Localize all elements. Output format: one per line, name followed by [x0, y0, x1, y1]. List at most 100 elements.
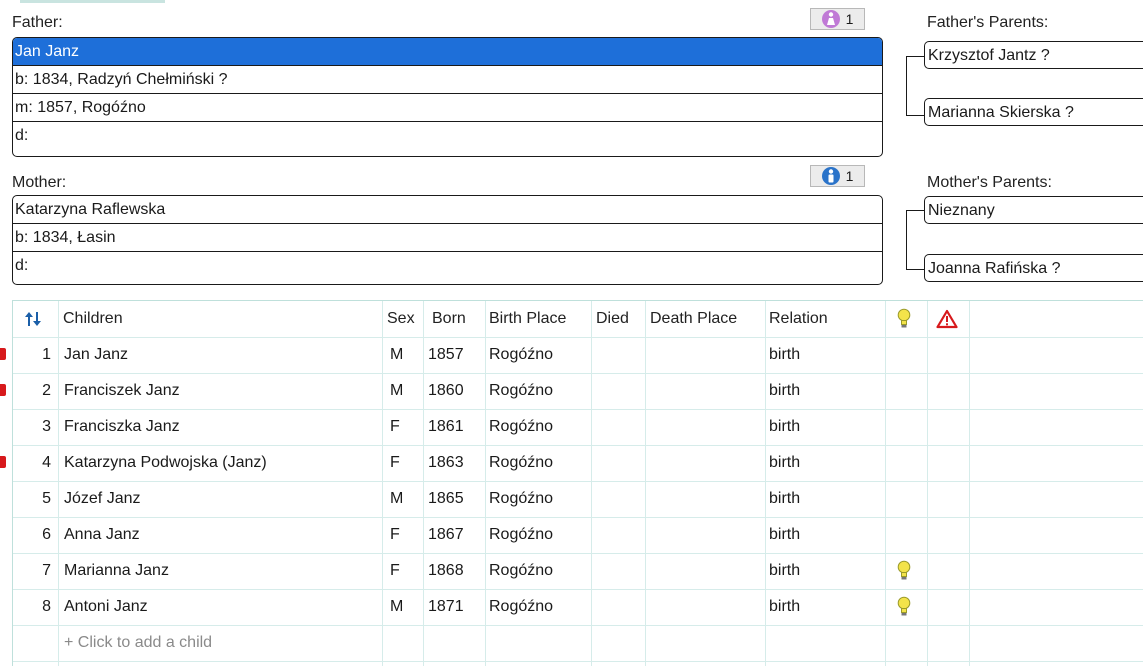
- child-number[interactable]: 2: [17, 373, 57, 409]
- child-died[interactable]: [596, 373, 644, 409]
- child-sex[interactable]: F: [390, 409, 420, 445]
- add-child-placeholder[interactable]: + Click to add a child: [64, 625, 374, 661]
- child-born[interactable]: 1868: [428, 553, 484, 589]
- warning-icon[interactable]: [936, 301, 964, 337]
- child-sex[interactable]: F: [390, 553, 420, 589]
- child-row[interactable]: 8 Antoni Janz M 1871 Rogóźno birth: [13, 589, 1143, 626]
- lightbulb-icon[interactable]: [897, 560, 911, 582]
- child-relation[interactable]: birth: [769, 445, 883, 481]
- child-born[interactable]: 1865: [428, 481, 484, 517]
- child-number[interactable]: 5: [17, 481, 57, 517]
- child-death-place[interactable]: [650, 589, 764, 625]
- child-number[interactable]: 7: [17, 553, 57, 589]
- child-number[interactable]: 1: [17, 337, 57, 373]
- father-birth[interactable]: b: 1834, Radzyń Chełmiński ?: [13, 66, 882, 94]
- child-death-place[interactable]: [650, 373, 764, 409]
- child-name[interactable]: Katarzyna Podwojska (Janz): [64, 445, 379, 481]
- child-born[interactable]: 1860: [428, 373, 484, 409]
- child-name[interactable]: Marianna Janz: [64, 553, 379, 589]
- child-birth-place[interactable]: Rogóźno: [489, 517, 591, 553]
- child-name[interactable]: Anna Janz: [64, 517, 379, 553]
- header-children[interactable]: Children: [63, 301, 378, 337]
- header-died[interactable]: Died: [596, 301, 644, 337]
- child-number[interactable]: 4: [17, 445, 57, 481]
- child-row[interactable]: 1 Jan Janz M 1857 Rogóźno birth: [13, 337, 1143, 374]
- child-relation[interactable]: birth: [769, 373, 883, 409]
- child-number[interactable]: 3: [17, 409, 57, 445]
- paternal-grandfather[interactable]: Krzysztof Jantz ?: [924, 41, 1143, 69]
- sort-icon[interactable]: [23, 301, 53, 337]
- child-died[interactable]: [596, 481, 644, 517]
- child-sex[interactable]: F: [390, 445, 420, 481]
- child-born[interactable]: 1857: [428, 337, 484, 373]
- father-marriage[interactable]: m: 1857, Rogóźno: [13, 94, 882, 122]
- paternal-grandmother[interactable]: Marianna Skierska ?: [924, 98, 1143, 126]
- mother-box[interactable]: Katarzyna Raflewska b: 1834, Łasin d:: [12, 195, 883, 285]
- lightbulb-icon[interactable]: [897, 596, 911, 618]
- child-number[interactable]: 6: [17, 517, 57, 553]
- child-relation[interactable]: birth: [769, 589, 883, 625]
- mother-name[interactable]: Katarzyna Raflewska: [13, 196, 882, 224]
- child-sex[interactable]: M: [390, 481, 420, 517]
- mother-birth[interactable]: b: 1834, Łasin: [13, 224, 882, 252]
- child-death-place[interactable]: [650, 481, 764, 517]
- child-row[interactable]: 5 Józef Janz M 1865 Rogóźno birth: [13, 481, 1143, 518]
- father-death[interactable]: d:: [13, 122, 882, 150]
- child-row[interactable]: 6 Anna Janz F 1867 Rogóźno birth: [13, 517, 1143, 554]
- child-died[interactable]: [596, 517, 644, 553]
- mother-death[interactable]: d:: [13, 252, 882, 280]
- child-died[interactable]: [596, 445, 644, 481]
- child-birth-place[interactable]: Rogóźno: [489, 445, 591, 481]
- child-row[interactable]: 2 Franciszek Janz M 1860 Rogóźno birth: [13, 373, 1143, 410]
- child-row[interactable]: 3 Franciszka Janz F 1861 Rogóźno birth: [13, 409, 1143, 446]
- child-sex[interactable]: M: [390, 337, 420, 373]
- father-box[interactable]: Jan Janz b: 1834, Radzyń Chełmiński ? m:…: [12, 37, 883, 157]
- child-name[interactable]: Józef Janz: [64, 481, 379, 517]
- child-relation[interactable]: birth: [769, 337, 883, 373]
- child-row[interactable]: 4 Katarzyna Podwojska (Janz) F 1863 Rogóźno b…: [13, 445, 1143, 482]
- child-number[interactable]: 8: [17, 589, 57, 625]
- child-sex[interactable]: M: [390, 373, 420, 409]
- child-relation[interactable]: birth: [769, 481, 883, 517]
- child-death-place[interactable]: [650, 553, 764, 589]
- maternal-grandmother[interactable]: Joanna Rafińska ?: [924, 254, 1143, 282]
- header-relation[interactable]: Relation: [769, 301, 883, 337]
- child-relation[interactable]: birth: [769, 553, 883, 589]
- lightbulb-icon[interactable]: [897, 301, 923, 337]
- child-death-place[interactable]: [650, 337, 764, 373]
- child-relation[interactable]: birth: [769, 517, 883, 553]
- child-birth-place[interactable]: Rogóźno: [489, 589, 591, 625]
- father-name[interactable]: Jan Janz: [13, 38, 882, 66]
- child-row[interactable]: 7 Marianna Janz F 1868 Rogóźno birth: [13, 553, 1143, 590]
- child-sex[interactable]: F: [390, 517, 420, 553]
- child-relation[interactable]: birth: [769, 409, 883, 445]
- child-sex[interactable]: M: [390, 589, 420, 625]
- header-birth-place[interactable]: Birth Place: [489, 301, 591, 337]
- child-birth-place[interactable]: Rogóźno: [489, 481, 591, 517]
- mother-spouse-badge[interactable]: 1: [810, 165, 865, 187]
- child-born[interactable]: 1861: [428, 409, 484, 445]
- child-died[interactable]: [596, 553, 644, 589]
- father-spouse-badge[interactable]: 1: [810, 8, 865, 30]
- child-name[interactable]: Franciszka Janz: [64, 409, 379, 445]
- child-death-place[interactable]: [650, 409, 764, 445]
- child-death-place[interactable]: [650, 445, 764, 481]
- add-child-row[interactable]: + Click to add a child: [13, 625, 1143, 662]
- child-died[interactable]: [596, 589, 644, 625]
- child-born[interactable]: 1871: [428, 589, 484, 625]
- child-death-place[interactable]: [650, 517, 764, 553]
- child-died[interactable]: [596, 409, 644, 445]
- maternal-grandfather[interactable]: Nieznany: [924, 196, 1143, 224]
- child-born[interactable]: 1863: [428, 445, 484, 481]
- child-name[interactable]: Jan Janz: [64, 337, 379, 373]
- header-born[interactable]: Born: [432, 301, 484, 337]
- child-birth-place[interactable]: Rogóźno: [489, 409, 591, 445]
- child-name[interactable]: Franciszek Janz: [64, 373, 379, 409]
- header-sex[interactable]: Sex: [387, 301, 423, 337]
- child-died[interactable]: [596, 337, 644, 373]
- child-birth-place[interactable]: Rogóźno: [489, 337, 591, 373]
- header-death-place[interactable]: Death Place: [650, 301, 764, 337]
- child-birth-place[interactable]: Rogóźno: [489, 553, 591, 589]
- child-born[interactable]: 1867: [428, 517, 484, 553]
- child-birth-place[interactable]: Rogóźno: [489, 373, 591, 409]
